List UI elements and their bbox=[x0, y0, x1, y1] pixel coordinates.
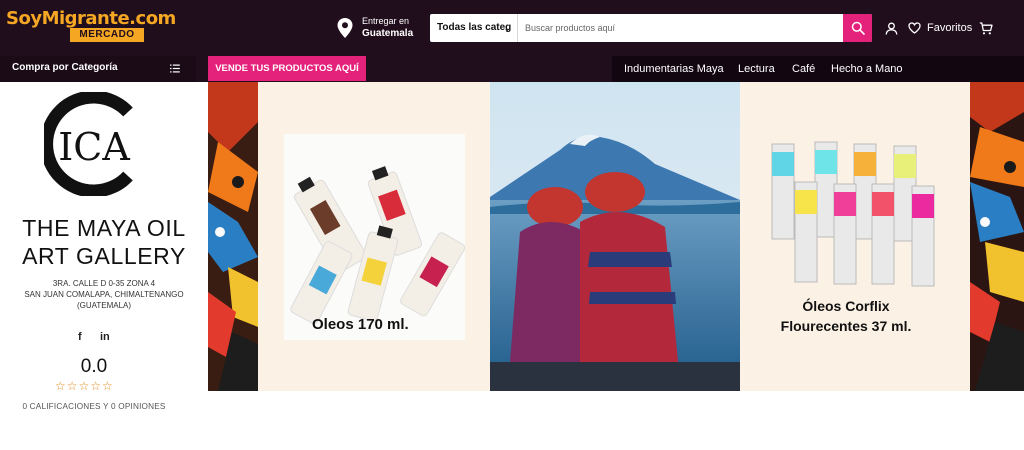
deliver-value: Guatemala bbox=[362, 28, 414, 39]
nav-link-indumentarias[interactable]: Indumentarias Maya bbox=[624, 63, 724, 75]
vendor-logo: ICA bbox=[44, 92, 133, 196]
nav-link-hecho-a-mano[interactable]: Hecho a Mano bbox=[831, 63, 903, 75]
favorites-button[interactable] bbox=[906, 20, 922, 36]
lake-painting-photo bbox=[490, 82, 740, 391]
corflix-label-line1: Óleos Corflix bbox=[802, 298, 890, 314]
oleos-product-card bbox=[284, 134, 466, 340]
deliver-label: Entregar en bbox=[362, 16, 410, 26]
shop-by-category-label: Compra por Categoría bbox=[12, 62, 118, 73]
corflix-label: Óleos Corflix Flourecentes 37 ml. bbox=[776, 296, 916, 336]
cart-button[interactable] bbox=[978, 20, 994, 36]
promo-banner[interactable]: Oleos 170 ml. Óleos Corflix Flourecentes… bbox=[208, 82, 1024, 391]
oleos-label: Oleos 170 ml. bbox=[312, 316, 409, 333]
nav-link-cafe[interactable]: Café bbox=[792, 63, 815, 75]
nav-links: Indumentarias Maya Lectura Café Hecho a … bbox=[612, 56, 1024, 82]
paint-tubes-illustration bbox=[290, 166, 466, 325]
site-logo[interactable]: SoyMigrante.com MERCADO bbox=[6, 8, 176, 42]
vendor-address-line2: SAN JUAN COMALAPA, CHIMALTENANGO bbox=[24, 290, 184, 299]
heart-icon bbox=[907, 22, 921, 34]
facebook-icon[interactable]: f bbox=[78, 331, 82, 343]
location-pin-icon bbox=[337, 18, 353, 38]
search-bar: Todas las categ ⌄ bbox=[430, 14, 872, 42]
category-nav: Compra por Categoría VENDE TUS PRODUCTOS… bbox=[0, 56, 1024, 82]
abstract-art-right bbox=[970, 82, 1024, 391]
rating-stars: ☆☆☆☆☆ bbox=[55, 379, 114, 393]
search-icon bbox=[851, 21, 865, 35]
linkedin-icon[interactable]: in bbox=[100, 331, 110, 343]
corflix-tubes-illustration bbox=[771, 141, 935, 287]
category-select[interactable]: Todas las categ ⌄ bbox=[430, 14, 518, 42]
cart-icon bbox=[979, 21, 993, 34]
sell-products-button[interactable]: VENDE TUS PRODUCTOS AQUÍ bbox=[208, 56, 366, 81]
vendor-address-line3: (GUATEMALA) bbox=[76, 301, 132, 310]
category-select-value: Todas las categ bbox=[437, 22, 512, 33]
user-icon bbox=[885, 22, 897, 35]
vendor-address-line1: 3RA. CALLE D 0-35 ZONA 4 bbox=[52, 279, 156, 288]
vendor-name: THE MAYA OIL ART GALLERY bbox=[22, 215, 186, 269]
list-icon bbox=[170, 64, 180, 73]
account-button[interactable] bbox=[883, 20, 899, 36]
nav-link-lectura[interactable]: Lectura bbox=[738, 63, 775, 75]
corflix-label-line2: Flourecentes 37 ml. bbox=[780, 318, 912, 334]
shop-by-category-button[interactable]: Compra por Categoría bbox=[0, 56, 196, 82]
top-header: SoyMigrante.com MERCADO Entregar en Guat… bbox=[0, 0, 1024, 56]
logo-main-text: SoyMigrante.com bbox=[6, 8, 176, 29]
logo-sub-text: MERCADO bbox=[70, 28, 144, 42]
vendor-logo-text: ICA bbox=[58, 125, 130, 169]
vendor-address: 3RA. CALLE D 0-35 ZONA 4 SAN JUAN COMALA… bbox=[4, 278, 204, 311]
vendor-panel: ICA THE MAYA OIL ART GALLERY 3RA. CALLE … bbox=[0, 82, 208, 450]
chevron-down-icon: ⌄ bbox=[503, 23, 511, 33]
search-button[interactable] bbox=[843, 14, 872, 42]
abstract-art-left bbox=[208, 82, 258, 391]
reviews-count: 0 CALIFICACIONES Y 0 OPINIONES bbox=[22, 402, 166, 411]
search-input[interactable] bbox=[519, 14, 843, 42]
rating-value: 0.0 bbox=[80, 356, 108, 377]
favorites-label[interactable]: Favoritos bbox=[927, 22, 972, 34]
